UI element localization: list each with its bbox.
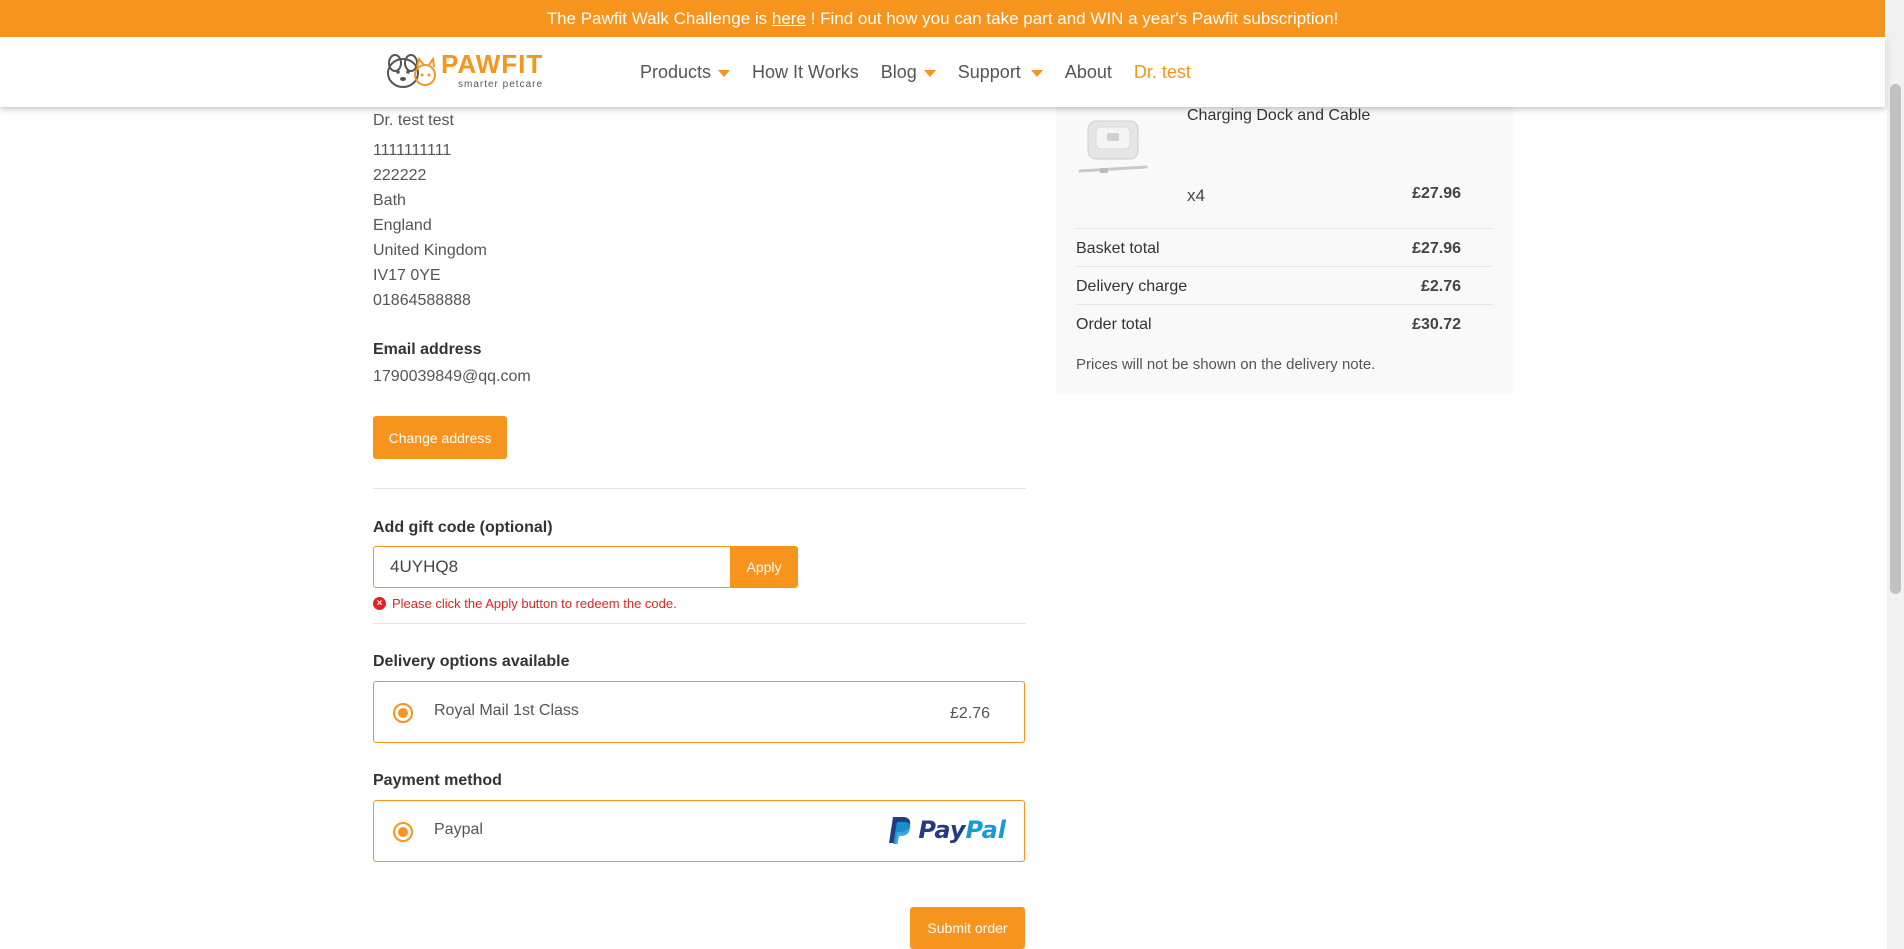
- main-nav: Products How It Works Blog Support About…: [640, 37, 1213, 107]
- paypal-logo-pal: Pal: [965, 816, 1006, 844]
- basket-total-label: Basket total: [1076, 240, 1160, 257]
- gift-code-error-text: Please click the Apply button to redeem …: [392, 596, 677, 611]
- brand-name: PAWFIT: [441, 49, 544, 79]
- page-scrollbar[interactable]: [1887, 0, 1904, 949]
- delivery-charge-value: £2.76: [1420, 278, 1461, 295]
- radio-selected-dot: [398, 827, 408, 837]
- address-line: England: [373, 217, 432, 234]
- address-line: IV17 0YE: [373, 267, 441, 284]
- divider: [373, 623, 1026, 624]
- nav-user-label: Dr. test: [1133, 61, 1191, 82]
- nav-products-label: Products: [640, 61, 712, 82]
- chevron-down-icon: [1030, 69, 1043, 77]
- site-header: PAWFIT smarter petcare Products How It W…: [0, 37, 1885, 107]
- pawfit-logo[interactable]: PAWFIT smarter petcare: [383, 49, 565, 93]
- order-total-value: £30.72: [1412, 316, 1461, 333]
- nav-blog[interactable]: Blog: [881, 62, 936, 83]
- paypal-icon: [889, 817, 911, 844]
- nav-support-label: Support: [957, 61, 1021, 82]
- order-summary: Charging Dock and Cable x4 £27.96 Basket…: [1056, 107, 1513, 393]
- error-icon: ×: [373, 597, 386, 610]
- announcement-text: The Pawfit Walk Challenge is: [546, 9, 772, 28]
- delivery-charge-label: Delivery charge: [1076, 278, 1188, 295]
- email-value: 1790039849@qq.com: [373, 368, 531, 385]
- nav-how-it-works[interactable]: How It Works: [752, 62, 859, 83]
- order-total-row: Order total £30.72: [1076, 304, 1493, 342]
- radio-selected-dot: [398, 708, 408, 718]
- nav-user-account[interactable]: Dr. test: [1134, 62, 1191, 83]
- paypal-logo-pay: Pay: [918, 816, 966, 844]
- nav-support[interactable]: Support: [958, 62, 1043, 83]
- product-quantity: x4: [1187, 186, 1205, 205]
- email-label: Email address: [373, 341, 482, 358]
- announcement-link[interactable]: here: [772, 9, 806, 28]
- submit-order-button[interactable]: Submit order: [910, 907, 1025, 949]
- nav-how-it-works-label: How It Works: [752, 61, 859, 82]
- charging-dock-icon: [1078, 120, 1148, 173]
- basket-total-value: £27.96: [1412, 240, 1461, 257]
- address-name: Dr. test test: [373, 112, 454, 129]
- product-price: £27.96: [1412, 185, 1461, 202]
- apply-gift-code-button[interactable]: Apply: [730, 546, 798, 588]
- delivery-option-royal-mail[interactable]: Royal Mail 1st Class £2.76: [373, 681, 1025, 743]
- delivery-heading: Delivery options available: [373, 653, 570, 670]
- order-total-label: Order total: [1076, 316, 1152, 333]
- product-image: [1074, 113, 1154, 183]
- delivery-radio[interactable]: [393, 703, 413, 723]
- delivery-option-price: £2.76: [949, 705, 990, 722]
- nav-about-label: About: [1064, 61, 1112, 82]
- gift-code-input[interactable]: [373, 546, 730, 588]
- address-line: Bath: [373, 192, 406, 209]
- scrollbar-thumb[interactable]: [1890, 84, 1901, 594]
- gift-code-label: Add gift code (optional): [373, 519, 553, 537]
- payment-option-label: Paypal: [434, 821, 483, 838]
- divider: [373, 488, 1026, 489]
- payment-option-paypal[interactable]: Paypal Pay Pal: [373, 800, 1025, 862]
- address-line: 1111111111: [373, 142, 452, 159]
- nav-products[interactable]: Products: [640, 61, 731, 83]
- gift-code-label-text: Add gift code (optional): [373, 519, 553, 536]
- announcement-bar: The Pawfit Walk Challenge is here ! Find…: [0, 0, 1885, 37]
- announcement-text-end: ! Find out how you can take part and WIN…: [805, 9, 1339, 28]
- chevron-down-icon: [923, 69, 936, 77]
- nav-about[interactable]: About: [1065, 62, 1112, 83]
- delivery-option-label: Royal Mail 1st Class: [434, 702, 579, 719]
- delivery-charge-row: Delivery charge £2.76: [1076, 266, 1493, 304]
- chevron-down-icon: [718, 69, 731, 77]
- product-name: Charging Dock and Cable: [1187, 107, 1371, 124]
- address-line: 222222: [373, 167, 427, 184]
- basket-total-row: Basket total £27.96: [1076, 228, 1493, 266]
- gift-code-error: × Please click the Apply button to redee…: [373, 596, 677, 611]
- nav-blog-label: Blog: [880, 61, 917, 82]
- address-line: United Kingdom: [373, 242, 487, 259]
- paypal-logo: Pay Pal: [888, 815, 1006, 845]
- address-phone: 01864588888: [373, 292, 471, 309]
- payment-heading: Payment method: [373, 772, 502, 789]
- delivery-note-text: Prices will not be shown on the delivery…: [1076, 356, 1376, 373]
- brand-tagline: smarter petcare: [458, 79, 544, 90]
- change-address-button[interactable]: Change address: [373, 416, 507, 459]
- payment-radio[interactable]: [393, 822, 413, 842]
